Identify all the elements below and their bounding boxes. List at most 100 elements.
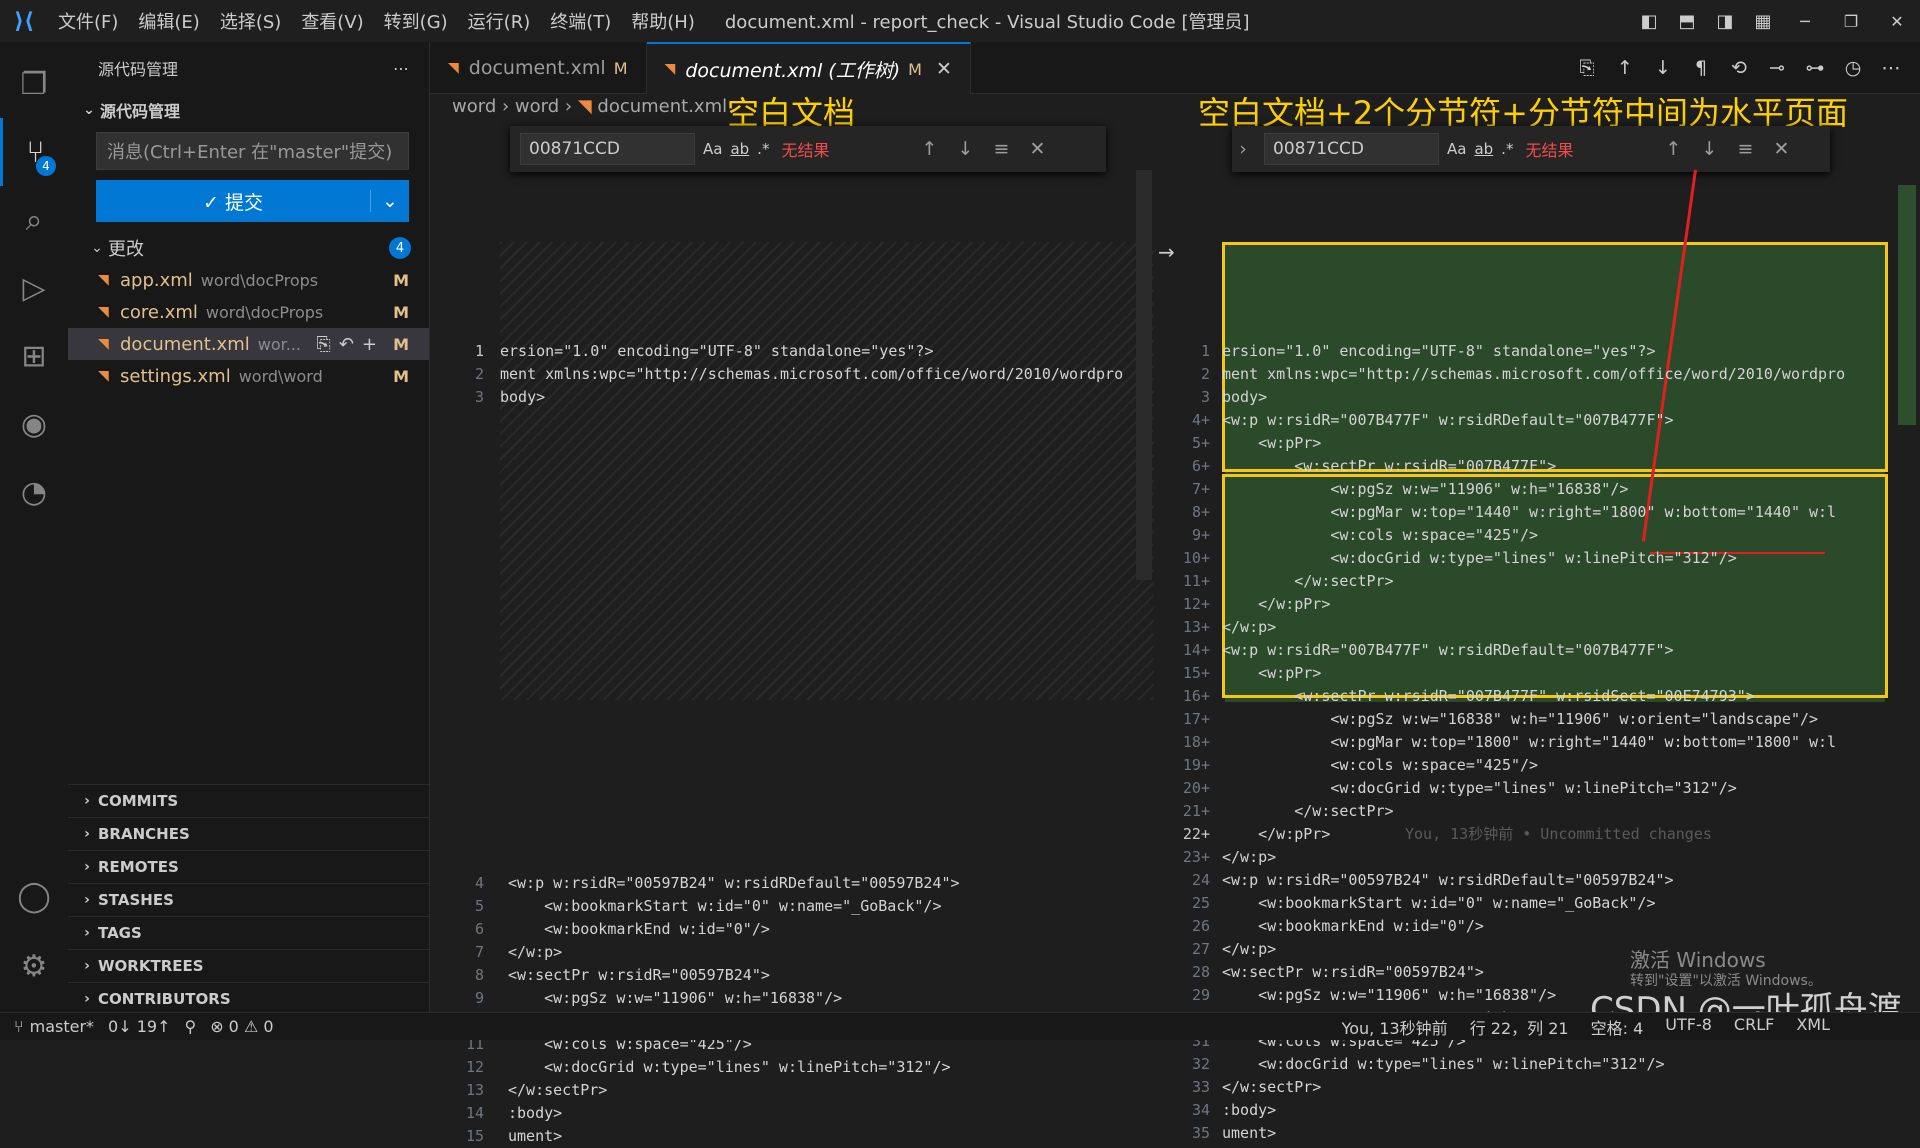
find-result: 无结果 [1525, 141, 1574, 160]
regex-toggle[interactable]: .* [1501, 140, 1513, 158]
line-number: 14+ [1182, 641, 1210, 659]
open-file-icon[interactable]: ⎘ [316, 334, 338, 355]
find-input[interactable]: 00871CCD [520, 133, 695, 165]
extensions-icon[interactable]: ⊞ [0, 322, 68, 390]
timeline-icon[interactable]: ◷ [1834, 57, 1872, 79]
line-number: 3 [474, 388, 484, 406]
whole-word-toggle[interactable]: ab [1474, 140, 1493, 158]
match-case-toggle[interactable]: Aa [703, 140, 722, 158]
previous-change-icon[interactable]: ↑ [1606, 57, 1644, 79]
restore-icon[interactable]: ❐ [1828, 0, 1874, 42]
commit-message-input[interactable]: 消息(Ctrl+Enter 在"master"提交) [96, 132, 409, 170]
git-commit-icon[interactable]: ⊸ [1758, 57, 1796, 79]
panel-contributors[interactable]: › CONTRIBUTORS [68, 982, 429, 1015]
close-window-icon[interactable]: ✕ [1874, 0, 1920, 42]
previous-match-icon[interactable]: ↑ [1655, 138, 1691, 160]
minimize-icon[interactable]: ─ [1782, 0, 1828, 42]
regex-toggle[interactable]: .* [757, 140, 769, 158]
source-control-icon[interactable]: ⑂ 4 [0, 118, 68, 186]
menu-view[interactable]: 查看(V) [291, 8, 373, 34]
breadcrumb-item[interactable]: word [515, 96, 559, 117]
toggle-panel-icon[interactable]: ⬒ [1668, 0, 1706, 42]
code-line: <w:docGrid w:type="lines" w:linePitch="3… [508, 1058, 951, 1076]
tab-document-xml-worktree[interactable]: ◥ document.xml (工作树) M ✕ [646, 42, 971, 94]
code-line: :body> [1222, 1101, 1277, 1119]
cursor-position[interactable]: 行 22，列 21 [1470, 1015, 1569, 1039]
code-line: <w:bookmarkStart w:id="0" w:name="_GoBac… [1222, 894, 1656, 912]
toggle-replace-icon[interactable]: › [1232, 138, 1254, 160]
next-change-icon[interactable]: ↓ [1644, 57, 1682, 79]
open-file-icon[interactable]: ⎘ [1568, 57, 1606, 79]
toggle-sidebar-icon[interactable]: ◧ [1630, 0, 1668, 42]
whole-word-toggle[interactable]: ab [730, 140, 749, 158]
changed-file-app[interactable]: ◥ app.xml word\docProps M [68, 264, 429, 296]
code-line: <w:docGrid w:type="lines" w:linePitch="3… [1222, 779, 1737, 797]
changed-file-settings[interactable]: ◥ settings.xml word\word M [68, 360, 429, 392]
close-tab-icon[interactable]: ✕ [936, 58, 952, 80]
indentation[interactable]: 空格: 4 [1591, 1015, 1644, 1039]
file-status: M [393, 334, 409, 354]
menu-selection[interactable]: 选择(S) [210, 8, 291, 34]
scrollbar-right[interactable] [1898, 185, 1916, 425]
find-in-selection-icon[interactable]: ≡ [1727, 138, 1763, 160]
revert-icon[interactable]: ⟲ [1720, 57, 1758, 79]
discard-changes-icon[interactable]: ↶ [339, 334, 362, 355]
close-find-icon[interactable]: ✕ [1019, 138, 1055, 160]
changes-count-badge: 4 [389, 237, 411, 259]
menu-help[interactable]: 帮助(H) [621, 8, 705, 34]
language-mode[interactable]: XML [1796, 1015, 1830, 1039]
previous-match-icon[interactable]: ↑ [911, 138, 947, 160]
breadcrumb-item[interactable]: word [452, 96, 496, 117]
explorer-icon[interactable]: ❐ [0, 50, 68, 118]
menu-edit[interactable]: 编辑(E) [128, 8, 209, 34]
stage-changes-icon[interactable]: + [362, 334, 385, 355]
sync-status[interactable]: 0↓ 19↑ [108, 1017, 170, 1036]
account-icon[interactable]: ◯ [0, 862, 68, 930]
changed-file-document[interactable]: ◥ document.xml wor... ⎘↶+ M [68, 328, 429, 360]
close-find-icon[interactable]: ✕ [1763, 138, 1799, 160]
line-number: 2 [474, 365, 484, 383]
chevron-right-icon: › [501, 96, 515, 117]
panel-remotes[interactable]: › REMOTES [68, 850, 429, 883]
menu-file[interactable]: 文件(F) [48, 8, 128, 34]
branch-name[interactable]: master* [30, 1017, 94, 1036]
run-debug-icon[interactable]: ▷ [0, 254, 68, 322]
commit-button[interactable]: ✓ 提交 ⌄ [96, 180, 409, 222]
settings-gear-icon[interactable]: ⚙ [0, 932, 68, 1000]
find-input[interactable]: 00871CCD [1264, 133, 1439, 165]
panel-label: STASHES [98, 891, 174, 909]
panel-tags[interactable]: › TAGS [68, 916, 429, 949]
panel-stashes[interactable]: › STASHES [68, 883, 429, 916]
branch-icon[interactable]: ⑂ [14, 1017, 24, 1036]
more-actions-icon[interactable]: ⋯ [1872, 57, 1910, 79]
next-match-icon[interactable]: ↓ [947, 138, 983, 160]
panel-branches[interactable]: › BRANCHES [68, 817, 429, 850]
more-actions-icon[interactable]: ⋯ [393, 59, 409, 78]
menu-terminal[interactable]: 终端(T) [540, 8, 621, 34]
match-case-toggle[interactable]: Aa [1447, 140, 1466, 158]
breadcrumb-item[interactable]: document.xml [597, 96, 727, 117]
panel-worktrees[interactable]: › WORKTREES [68, 949, 429, 982]
menu-go[interactable]: 转到(G) [374, 8, 458, 34]
encoding[interactable]: UTF-8 [1665, 1015, 1712, 1039]
git-graph-icon[interactable]: ◉ [0, 390, 68, 458]
search-icon[interactable]: ⌕ [0, 186, 68, 254]
git-compare-icon[interactable]: ⊶ [1796, 57, 1834, 79]
git-graph-status-icon[interactable]: ⚲ [184, 1017, 196, 1036]
commit-dropdown-icon[interactable]: ⌄ [370, 190, 409, 212]
whitespace-icon[interactable]: ¶ [1682, 57, 1720, 79]
changes-group[interactable]: ⌄ 更改 4 [68, 232, 429, 264]
end-of-line[interactable]: CRLF [1734, 1015, 1774, 1039]
problems-status[interactable]: ⊗ 0 ⚠ 0 [210, 1017, 273, 1036]
tab-document-xml[interactable]: ◥ document.xml M [430, 42, 647, 94]
menu-run[interactable]: 运行(R) [458, 8, 541, 34]
find-in-selection-icon[interactable]: ≡ [983, 138, 1019, 160]
scm-section-header[interactable]: ⌄ 源代码管理 [68, 94, 429, 126]
panel-commits[interactable]: › COMMITS [68, 784, 429, 817]
next-match-icon[interactable]: ↓ [1691, 138, 1727, 160]
customize-layout-icon[interactable]: ▦ [1744, 0, 1782, 42]
git-history-icon[interactable]: ◔ [0, 458, 68, 526]
toggle-secondary-sidebar-icon[interactable]: ◨ [1706, 0, 1744, 42]
blame-status[interactable]: You, 13秒钟前 [1342, 1015, 1448, 1039]
changed-file-core[interactable]: ◥ core.xml word\docProps M [68, 296, 429, 328]
